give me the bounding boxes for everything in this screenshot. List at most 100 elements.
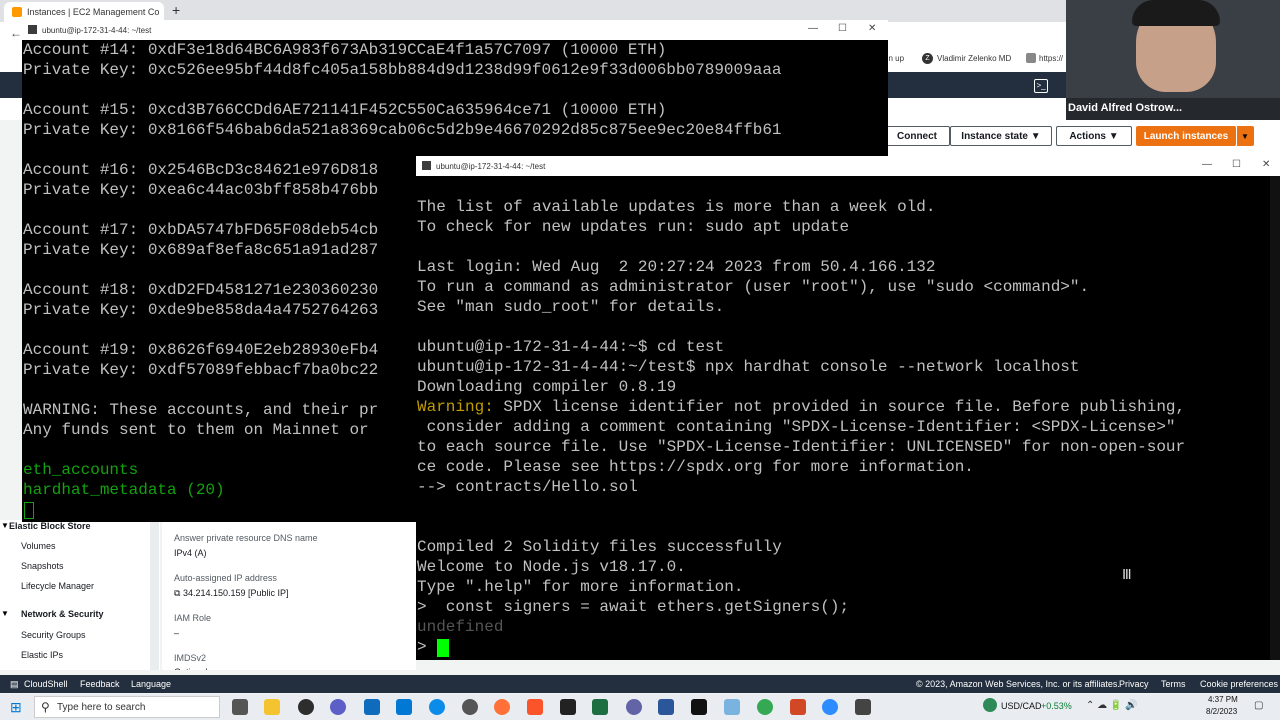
close-icon[interactable]: ✕ <box>1262 159 1270 170</box>
privacy-link[interactable]: Privacy <box>1119 679 1149 689</box>
aws-footer: ▤ CloudShell Feedback Language © 2023, A… <box>0 675 1280 693</box>
caret-down-icon: ▼ <box>1030 130 1041 142</box>
aws-favicon-icon <box>12 7 22 17</box>
sidebar-item-snapshots[interactable]: Snapshots <box>21 561 64 571</box>
clock-date[interactable]: 8/2/2023 <box>1206 707 1237 716</box>
taskbar-search-box[interactable]: ⚲ Type here to search <box>34 696 220 718</box>
store-icon[interactable] <box>364 699 380 715</box>
maximize-icon[interactable]: ☐ <box>838 23 847 34</box>
app-icon[interactable] <box>724 699 740 715</box>
detail-label-ip: Auto-assigned IP address <box>174 573 277 583</box>
edge-icon[interactable] <box>429 699 445 715</box>
minimize-icon[interactable]: — <box>1202 159 1212 170</box>
warning-text: SPDX license identifier not provided in … <box>493 398 1186 416</box>
close-icon[interactable]: ✕ <box>868 23 876 34</box>
terminal-back-title: ubuntu@ip-172-31-4-44: ~/test <box>42 25 152 35</box>
app-icon[interactable] <box>298 699 314 715</box>
terminal-icon[interactable] <box>560 699 576 715</box>
file-explorer-icon[interactable] <box>264 699 280 715</box>
terminal-front-titlebar: ubuntu@ip-172-31-4-44: ~/test — ☐ ✕ <box>416 156 1280 176</box>
bookmark-item[interactable]: https:// <box>1039 54 1063 63</box>
webcam-cap <box>1132 0 1220 26</box>
terminal-line: To run a command as administrator (user … <box>417 278 1090 296</box>
terminal-line: Downloading compiler 0.8.19 <box>417 378 677 396</box>
terminal-line: consider adding a comment containing "SP… <box>417 418 1176 436</box>
cookie-preferences-link[interactable]: Cookie preferences <box>1200 679 1278 689</box>
terminal-line: Account #16: 0x2546BcD3c84621e976D818 <box>23 161 379 179</box>
bookmark-page-icon <box>1026 53 1036 63</box>
terminal-line: To check for new updates run: sudo apt u… <box>417 218 850 236</box>
app-icon[interactable] <box>462 699 478 715</box>
sidebar-item-security-groups[interactable]: Security Groups <box>21 630 86 640</box>
terminal-window-front[interactable]: ubuntu@ip-172-31-4-44: ~/test — ☐ ✕ The … <box>416 156 1280 660</box>
cloudshell-link[interactable]: CloudShell <box>24 679 68 689</box>
taskbar-search-placeholder: Type here to search <box>57 701 146 713</box>
terminal-line: See "man sudo_root" for details. <box>417 298 725 316</box>
terminal-front-title: ubuntu@ip-172-31-4-44: ~/test <box>436 161 546 171</box>
terminal-line: Welcome to Node.js v18.17.0. <box>417 558 686 576</box>
sidebar-item-elastic-ips[interactable]: Elastic IPs <box>21 650 63 660</box>
instance-state-button[interactable]: Instance state ▼ <box>950 126 1052 146</box>
collapse-caret-icon[interactable]: ▼ <box>1 609 9 618</box>
terminal-line: ubuntu@ip-172-31-4-44:~$ cd test <box>417 338 725 356</box>
detail-value-dns: IPv4 (A) <box>174 548 207 558</box>
terminal-undefined-line: undefined <box>417 618 504 636</box>
powerpoint-icon[interactable] <box>790 699 806 715</box>
word-icon[interactable] <box>658 699 674 715</box>
bookmark-item[interactable]: Vladimir Zelenko MD <box>937 54 1011 63</box>
minimize-icon[interactable]: — <box>808 23 818 34</box>
cloudshell-icon[interactable]: >_ <box>1034 79 1048 93</box>
terminal-line: > const signers = await ethers.getSigner… <box>417 598 850 616</box>
clock-time[interactable]: 4:37 PM <box>1208 695 1238 704</box>
launch-dropdown-button[interactable]: ▼ <box>1236 126 1254 146</box>
terminal-line: Private Key: 0xc526ee95bf44d8fc405a158bb… <box>23 61 782 79</box>
app-icon[interactable] <box>855 699 871 715</box>
terminal-warning-line: Warning: SPDX license identifier not pro… <box>417 397 1185 417</box>
notification-icon[interactable]: ▢ <box>1254 700 1263 711</box>
terminal-line: ubuntu@ip-172-31-4-44:~/test$ npx hardha… <box>417 358 1080 376</box>
detail-value-ip: ⧉ 34.214.150.159 [Public IP] <box>174 588 289 599</box>
search-icon: ⚲ <box>41 700 50 714</box>
zoom-icon[interactable] <box>822 699 838 715</box>
copy-icon[interactable]: ⧉ <box>174 588 180 598</box>
browser-tab[interactable]: Instances | EC2 Management Co <box>4 2 164 22</box>
terminal-line: Private Key: 0xea6c44ac03bff858b476bb <box>23 181 379 199</box>
maximize-icon[interactable]: ☐ <box>1232 159 1241 170</box>
sidebar-scrollbar[interactable] <box>150 520 159 670</box>
terminal-line: hardhat_metadata (20) <box>23 481 225 499</box>
text-cursor-icon: Ⅲ <box>1122 566 1132 582</box>
detail-label-iam: IAM Role <box>174 613 212 623</box>
terminal-line: Last login: Wed Aug 2 20:27:24 2023 from… <box>417 258 936 276</box>
currency-pair: USD/CAD <box>1001 701 1042 711</box>
feedback-link[interactable]: Feedback <box>80 679 120 689</box>
terminal-scrollbar[interactable] <box>1270 176 1280 660</box>
terminal-app-icon <box>28 25 37 34</box>
app-icon[interactable] <box>626 699 642 715</box>
mail-icon[interactable] <box>396 699 412 715</box>
terminal-cursor <box>437 639 449 657</box>
task-view-icon[interactable] <box>232 699 248 715</box>
sidebar-item-volumes[interactable]: Volumes <box>21 541 56 551</box>
actions-button[interactable]: Actions ▼ <box>1056 126 1132 146</box>
terminal-line: Private Key: 0x689af8efa8c651a91ad287 <box>23 241 379 259</box>
excel-icon[interactable] <box>592 699 608 715</box>
windows-start-icon[interactable]: ⊞ <box>10 699 22 716</box>
terms-link[interactable]: Terms <box>1161 679 1186 689</box>
collapse-caret-icon[interactable]: ▼ <box>1 521 9 530</box>
new-tab-button[interactable]: + <box>172 2 180 18</box>
connect-button[interactable]: Connect <box>884 126 950 146</box>
sidebar-item-lifecycle-manager[interactable]: Lifecycle Manager <box>21 581 94 591</box>
firefox-icon[interactable] <box>494 699 510 715</box>
aws-sidebar: ▼ Elastic Block Store Volumes Snapshots … <box>0 520 160 670</box>
currency-change: +0.53% <box>1041 701 1072 711</box>
tray-icons[interactable]: ⌃ ☁ 🔋 🔊 <box>1086 700 1138 711</box>
terminal-line: eth_accounts <box>23 461 139 479</box>
cmd-icon[interactable] <box>691 699 707 715</box>
back-arrow-icon[interactable]: ← <box>10 26 22 40</box>
chrome-icon[interactable] <box>757 699 773 715</box>
language-link[interactable]: Language <box>131 679 171 689</box>
launch-instances-button[interactable]: Launch instances <box>1136 126 1236 146</box>
terminal-line: ce code. Please see https://spdx.org for… <box>417 458 974 476</box>
brave-icon[interactable] <box>527 699 543 715</box>
app-icon[interactable] <box>330 699 346 715</box>
